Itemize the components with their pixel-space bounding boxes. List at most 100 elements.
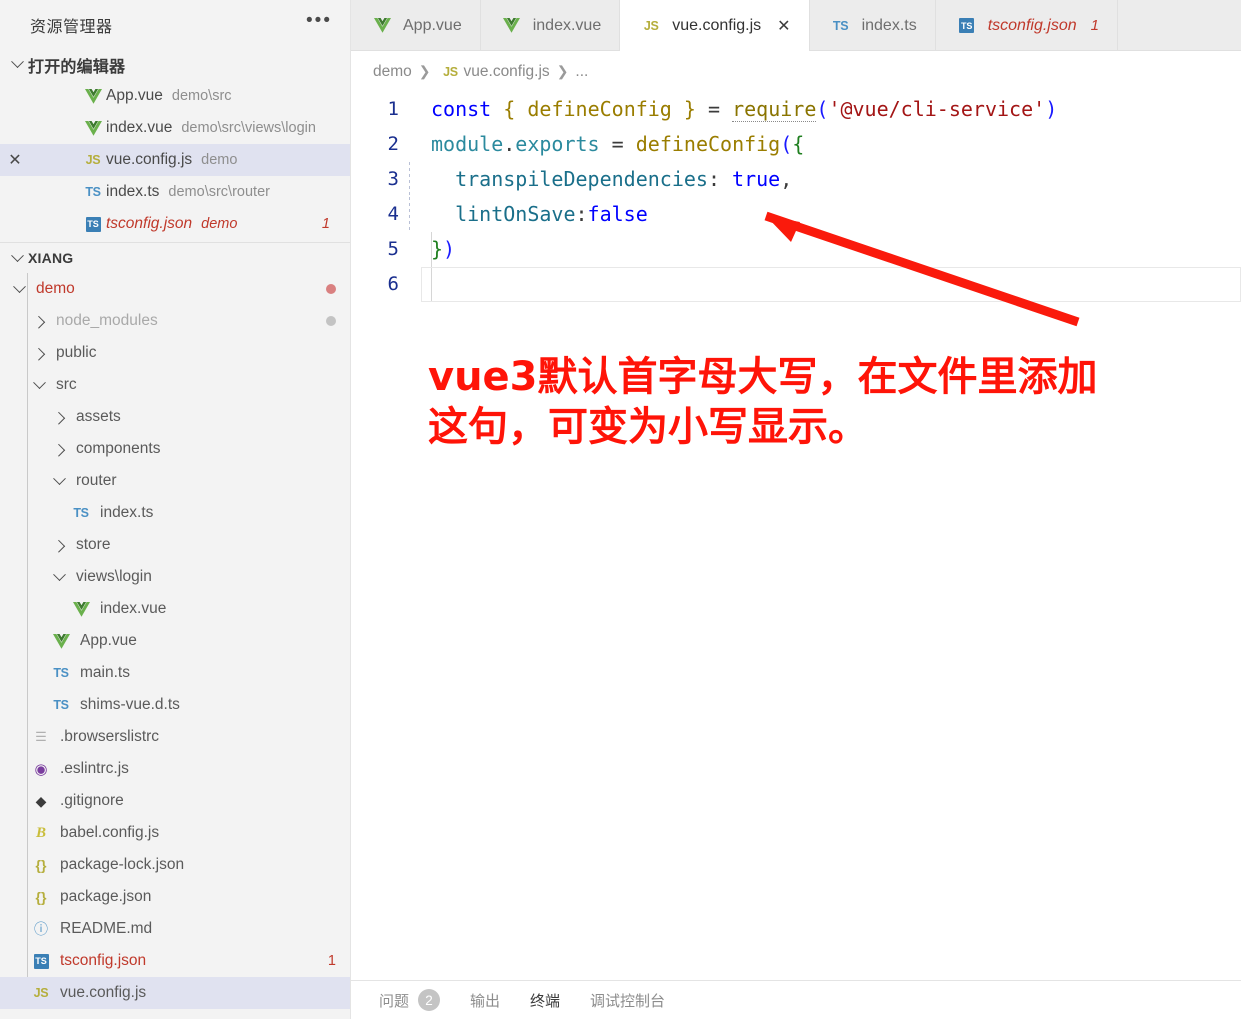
- tree-item[interactable]: assets: [0, 401, 350, 433]
- tree-item[interactable]: views\login: [0, 561, 350, 593]
- tree-item[interactable]: src: [0, 369, 350, 401]
- ellipsis-icon[interactable]: •••: [306, 11, 332, 34]
- tree-item[interactable]: store: [0, 529, 350, 561]
- chevron-down-icon[interactable]: [48, 567, 70, 582]
- chevron-right-icon[interactable]: [48, 411, 70, 425]
- tree-item[interactable]: TS shims-vue.d.ts: [0, 689, 350, 721]
- annotation-text: vue3默认首字母大写，在文件里添加 这句，可变为小写显示。: [428, 352, 1218, 452]
- chevron-right-icon[interactable]: [28, 315, 50, 329]
- open-editor-path: demo\src\views\login: [181, 120, 316, 136]
- tree-item[interactable]: index.vue: [0, 593, 350, 625]
- code-token: {: [792, 132, 805, 156]
- code-token: ,: [780, 167, 793, 191]
- open-editors-list: App.vue demo\src index.vue demo\src\views\l…: [0, 80, 350, 240]
- tree-item[interactable]: TS main.ts: [0, 657, 350, 689]
- ts-icon: TS: [832, 18, 849, 33]
- annotation-line-2: 这句，可变为小写显示。: [428, 404, 868, 450]
- tree-item[interactable]: JS vue.config.js: [0, 977, 350, 1009]
- chevron-down-icon[interactable]: [48, 471, 70, 486]
- tree-item-label: .eslintrc.js: [60, 760, 129, 777]
- panel-tab[interactable]: 调试控制台: [590, 990, 665, 1011]
- panel-tab-label: 输出: [470, 992, 501, 1010]
- eslint-icon: ◉: [34, 761, 48, 778]
- breadcrumb-item[interactable]: demo: [373, 63, 412, 81]
- code-token: =: [611, 132, 624, 156]
- chevron-down-icon[interactable]: [8, 279, 30, 294]
- ts-icon: TS: [53, 666, 69, 680]
- tree-item[interactable]: demo: [0, 273, 350, 305]
- panel-tab[interactable]: 终端: [530, 990, 560, 1011]
- tree-item[interactable]: components: [0, 433, 350, 465]
- tree-item-label: node_modules: [56, 312, 158, 329]
- tree-item[interactable]: {} package-lock.json: [0, 849, 350, 881]
- editor-tab[interactable]: JS vue.config.js ✕: [620, 0, 810, 51]
- tree-item-label: components: [76, 440, 161, 457]
- open-editor-item[interactable]: App.vue demo\src: [0, 80, 350, 112]
- code-token: false: [587, 202, 648, 226]
- code-line[interactable]: 2 module.exports = defineConfig({: [351, 127, 1241, 162]
- code-token: true: [732, 167, 781, 191]
- js-icon: JS: [85, 153, 101, 167]
- open-editor-item[interactable]: TS index.ts demo\src\router: [0, 176, 350, 208]
- editor-tab[interactable]: index.vue: [481, 0, 621, 51]
- editor-tab[interactable]: App.vue: [351, 0, 481, 51]
- panel-tabbar: 问题 2 输出 终端 调试控制台: [351, 980, 1241, 1019]
- code-text: lintOnSave:false: [419, 197, 648, 232]
- problem-badge: 1: [1090, 17, 1099, 34]
- code-token: exports: [515, 132, 600, 156]
- editor-tab[interactable]: TS tsconfig.json 1: [936, 0, 1118, 51]
- tree-item[interactable]: TS index.ts: [0, 497, 350, 529]
- tree-item[interactable]: node_modules: [0, 305, 350, 337]
- breadcrumb-item[interactable]: ...: [575, 63, 588, 81]
- code-token: :: [575, 202, 588, 226]
- tree-item[interactable]: router: [0, 465, 350, 497]
- tree-item[interactable]: App.vue: [0, 625, 350, 657]
- code-line[interactable]: 4 lintOnSave:false: [351, 197, 1241, 232]
- code-line[interactable]: 3 transpileDependencies: true,: [351, 162, 1241, 197]
- close-icon[interactable]: ✕: [0, 150, 30, 170]
- tree-item-label: src: [56, 376, 77, 393]
- tree-item-label: assets: [76, 408, 121, 425]
- json-icon: {}: [35, 889, 47, 905]
- editor-tab-label: index.vue: [532, 16, 602, 34]
- chevron-down-icon[interactable]: [28, 375, 50, 390]
- close-icon[interactable]: ✕: [777, 16, 790, 36]
- tree-item[interactable]: public: [0, 337, 350, 369]
- open-editor-name: index.vue: [106, 119, 173, 136]
- tree-item-label: .gitignore: [60, 792, 124, 809]
- code-editor[interactable]: 1 const { defineConfig } = require('@vue/…: [351, 92, 1241, 980]
- open-editor-name: App.vue: [106, 87, 163, 104]
- chevron-right-icon[interactable]: [48, 539, 70, 553]
- section-open-editors[interactable]: 打开的编辑器: [0, 50, 350, 80]
- code-line[interactable]: 5}): [351, 232, 1241, 267]
- explorer-title-row: 资源管理器 •••: [0, 0, 350, 50]
- chevron-right-icon[interactable]: [48, 443, 70, 457]
- tree-item[interactable]: ⓘ README.md: [0, 913, 350, 945]
- modified-gutter-mark: [409, 127, 419, 162]
- tree-item[interactable]: Bbabel.config.js: [0, 817, 350, 849]
- tree-item[interactable]: ◆ .gitignore: [0, 785, 350, 817]
- editor-tab[interactable]: TS index.ts: [810, 0, 936, 51]
- code-line[interactable]: 1 const { defineConfig } = require('@vue/…: [351, 92, 1241, 127]
- breadcrumb[interactable]: demo ❯ JS vue.config.js ❯...: [351, 51, 1241, 92]
- panel-tab[interactable]: 输出: [470, 990, 500, 1011]
- breadcrumb-item[interactable]: JS vue.config.js: [438, 63, 550, 81]
- code-token: =: [708, 97, 721, 121]
- open-editor-item[interactable]: ✕ JS vue.config.js demo: [0, 144, 350, 176]
- vue-icon: [68, 601, 94, 617]
- panel-tab[interactable]: 问题 2: [379, 989, 441, 1011]
- open-editor-item[interactable]: TS tsconfig.json demo 1: [0, 208, 350, 240]
- code-line[interactable]: 6: [351, 267, 1241, 302]
- section-workspace[interactable]: XIANG: [0, 243, 350, 273]
- tree-item[interactable]: {} package.json: [0, 881, 350, 913]
- tree-item[interactable]: ◉ .eslintrc.js: [0, 753, 350, 785]
- tree-item[interactable]: ☰ .browserslistrc: [0, 721, 350, 753]
- code-token: module: [431, 132, 504, 156]
- code-token: :: [707, 167, 733, 191]
- modified-gutter-mark: [409, 232, 419, 267]
- breadcrumb-label: vue.config.js: [463, 62, 550, 80]
- chevron-right-icon[interactable]: [28, 347, 50, 361]
- open-editor-item[interactable]: index.vue demo\src\views\login: [0, 112, 350, 144]
- tree-item[interactable]: TS tsconfig.json 1: [0, 945, 350, 977]
